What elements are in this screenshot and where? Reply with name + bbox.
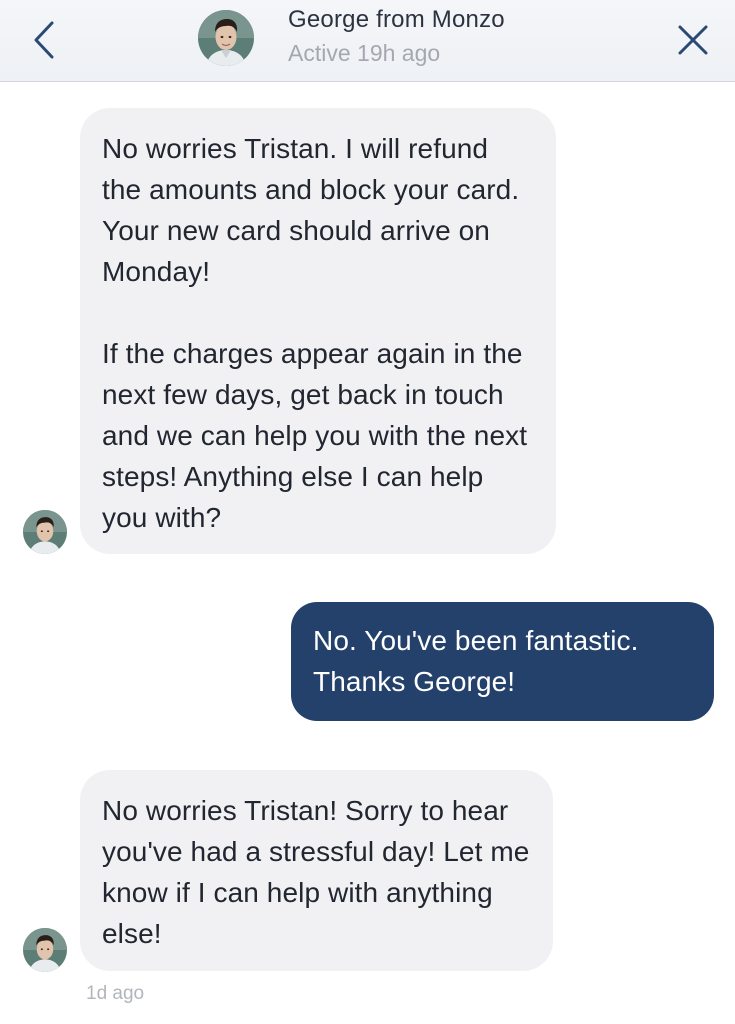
message-paragraph: If the charges appear again in the next … bbox=[102, 338, 528, 533]
message-timestamp: 1d ago bbox=[86, 983, 145, 1004]
message-bubble-incoming[interactable]: No worries Tristan! Sorry to hear you've… bbox=[80, 770, 553, 971]
agent-avatar bbox=[198, 10, 254, 66]
chat-header: George from Monzo Active 19h ago bbox=[0, 0, 735, 82]
chevron-left-icon bbox=[34, 21, 54, 59]
agent-avatar bbox=[23, 510, 67, 554]
close-icon bbox=[678, 25, 708, 55]
chat-screen: George from Monzo Active 19h ago No worr… bbox=[0, 0, 735, 1024]
message-bubble-outgoing[interactable]: No. You've been fantastic. Thanks George… bbox=[291, 602, 714, 721]
active-status: Active 19h ago bbox=[288, 40, 441, 66]
close-button[interactable] bbox=[671, 16, 715, 64]
message-paragraph: No worries Tristan! Sorry to hear you've… bbox=[102, 795, 530, 949]
chat-title: George from Monzo bbox=[288, 6, 505, 33]
back-button[interactable] bbox=[24, 16, 64, 64]
message-paragraph: No worries Tristan. I will refund the am… bbox=[102, 133, 520, 287]
message-bubble-incoming[interactable]: No worries Tristan. I will refund the am… bbox=[80, 108, 556, 554]
agent-avatar bbox=[23, 928, 67, 972]
message-paragraph: No. You've been fantastic. Thanks George… bbox=[313, 625, 639, 697]
